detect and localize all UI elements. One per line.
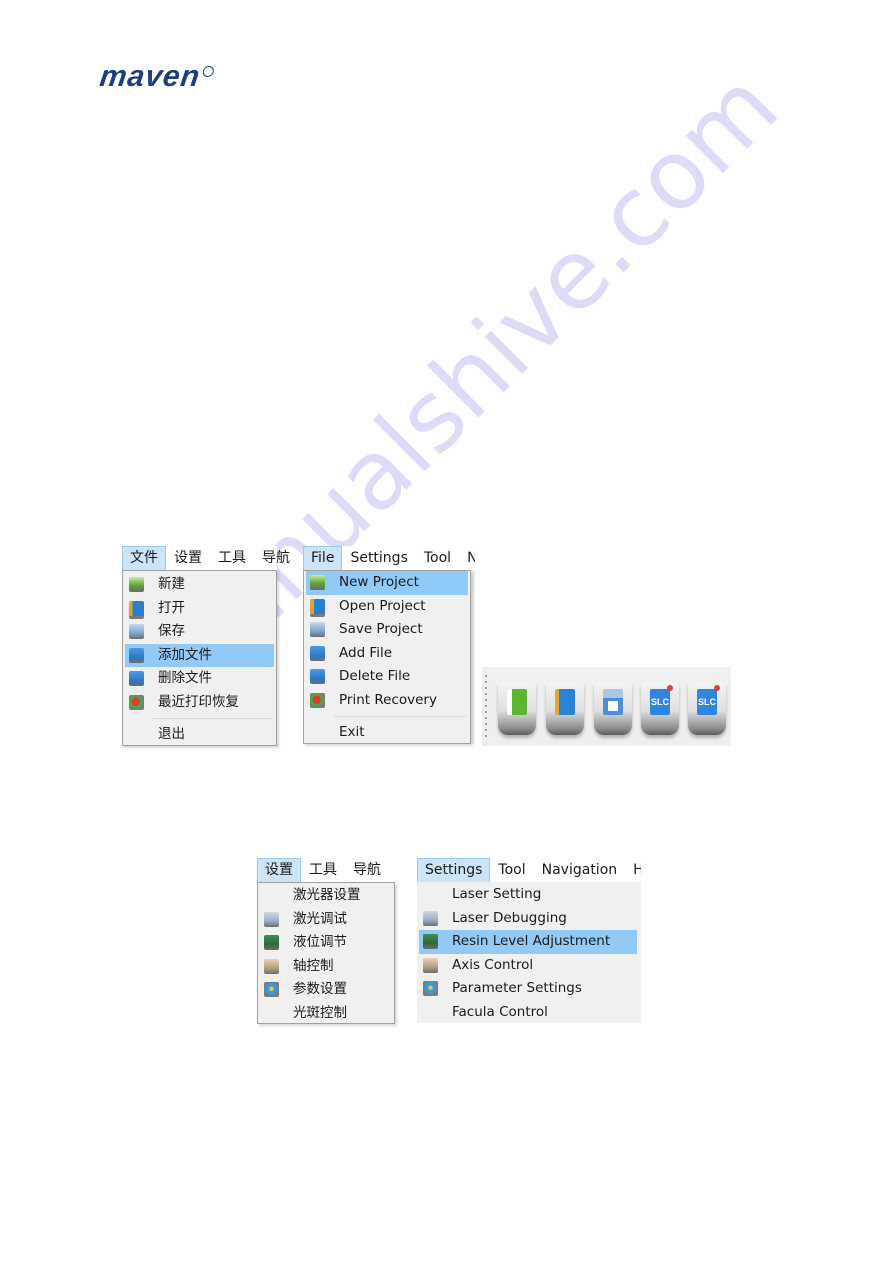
add-slc-file-icon: SLC xyxy=(650,685,673,715)
settings-menu-cn-screenshot: 设置 工具 导航 帮 激光器设置 激光调试 液位调节 轴控制 参数设置 光斑控制 xyxy=(257,858,395,1024)
laser-debugging-icon xyxy=(264,911,279,927)
settings-dropdown-en: Laser Setting Laser Debugging Resin Leve… xyxy=(417,882,639,1022)
menu-item-print-recovery[interactable]: Print Recovery xyxy=(306,689,468,713)
open-project-icon xyxy=(310,598,325,617)
menu-help[interactable]: He xyxy=(625,858,641,882)
menu-item-exit[interactable]: 退出 xyxy=(125,723,274,747)
menu-item-new[interactable]: 新建 xyxy=(125,573,274,597)
save-project-icon xyxy=(129,624,144,639)
menu-item-laser-setting-cn[interactable]: 激光器设置 xyxy=(260,884,392,908)
toolbar-save-project-button[interactable] xyxy=(594,681,632,735)
menu-navigation[interactable]: Navigation xyxy=(534,858,626,882)
menu-tool[interactable]: Tool xyxy=(490,858,533,882)
menu-tool[interactable]: Tool xyxy=(416,546,459,570)
menu-item-add-file[interactable]: 添加文件 xyxy=(125,643,274,667)
menu-item-print-recovery[interactable]: 最近打印恢复 xyxy=(125,691,274,715)
axis-control-icon xyxy=(423,957,438,973)
delete-file-icon xyxy=(310,669,325,684)
settings-dropdown-cn: 激光器设置 激光调试 液位调节 轴控制 参数设置 光斑控制 xyxy=(257,882,395,1024)
menu-tool-cn[interactable]: 工具 xyxy=(210,546,254,570)
toolbar-add-file-button[interactable]: SLC xyxy=(641,681,679,735)
menu-settings[interactable]: Settings xyxy=(417,858,491,882)
menu-item-parameter-settings-cn[interactable]: 参数设置 xyxy=(260,978,392,1002)
file-dropdown-en: New Project Open Project Save Project Ad… xyxy=(303,570,471,744)
toolbar-new-project-button[interactable] xyxy=(498,681,536,735)
menu-file-cn[interactable]: 文件 xyxy=(122,546,166,571)
menu-item-laser-setting[interactable]: Laser Setting xyxy=(419,883,637,907)
menu-item-laser-debugging[interactable]: Laser Debugging xyxy=(419,907,637,931)
menu-tool-cn[interactable]: 工具 xyxy=(301,858,345,882)
menubar-settings-en: Settings Tool Navigation He xyxy=(417,858,641,882)
add-file-icon xyxy=(310,645,325,661)
laser-debugging-icon xyxy=(423,910,438,926)
menubar-settings-cn: 设置 工具 导航 帮 xyxy=(257,858,395,882)
file-menu-en-screenshot: File Settings Tool Na New Project Open P… xyxy=(303,546,475,744)
menu-navigation[interactable]: Na xyxy=(459,546,475,570)
delete-slc-file-icon: SLC xyxy=(697,685,720,715)
menu-item-save-project[interactable]: Save Project xyxy=(306,618,468,642)
new-project-icon xyxy=(310,575,325,590)
registered-mark-icon xyxy=(202,66,215,77)
menubar-cn: 文件 设置 工具 导航 xyxy=(122,546,290,571)
menu-item-facula-control-cn[interactable]: 光斑控制 xyxy=(260,1002,392,1026)
menu-item-facula-control[interactable]: Facula Control xyxy=(419,1001,637,1025)
menu-item-parameter-settings[interactable]: Parameter Settings xyxy=(419,977,637,1001)
menu-item-new-project[interactable]: New Project xyxy=(306,571,468,595)
menu-settings-cn[interactable]: 设置 xyxy=(257,858,301,882)
resin-level-icon xyxy=(423,934,438,949)
menu-item-laser-debugging-cn[interactable]: 激光调试 xyxy=(260,908,392,932)
parameter-settings-icon xyxy=(264,982,279,997)
menu-separator xyxy=(334,716,466,717)
resin-level-icon xyxy=(264,935,279,950)
menu-separator xyxy=(153,718,272,719)
file-menu-cn-screenshot: 文件 设置 工具 导航 新建 打开 保存 添加文件 删除文件 最近打印恢复 退出 xyxy=(122,546,290,746)
menubar-en: File Settings Tool Na xyxy=(303,546,475,570)
settings-menu-en-screenshot: Settings Tool Navigation He Laser Settin… xyxy=(417,858,641,1023)
menu-item-axis-control-cn[interactable]: 轴控制 xyxy=(260,955,392,979)
menu-help-cn[interactable]: 帮 xyxy=(389,858,395,882)
menu-item-save[interactable]: 保存 xyxy=(125,620,274,644)
menu-navigation-cn[interactable]: 导航 xyxy=(345,858,389,882)
menu-file[interactable]: File xyxy=(303,546,343,570)
menu-item-open[interactable]: 打开 xyxy=(125,597,274,621)
menu-item-delete-file[interactable]: Delete File xyxy=(306,665,468,689)
logo-text: maven xyxy=(97,60,203,93)
open-project-icon xyxy=(129,600,144,619)
toolbar-grip[interactable] xyxy=(485,675,487,737)
toolbar-screenshot: SLC SLC xyxy=(482,667,731,746)
axis-control-icon xyxy=(264,958,279,974)
menu-item-resin-level-cn[interactable]: 液位调节 xyxy=(260,931,392,955)
menu-item-delete-file[interactable]: 删除文件 xyxy=(125,667,274,691)
delete-file-icon xyxy=(129,671,144,686)
save-project-icon xyxy=(310,622,325,637)
add-file-icon xyxy=(129,647,144,663)
menu-item-add-file[interactable]: Add File xyxy=(306,642,468,666)
print-recovery-icon xyxy=(310,692,325,708)
menu-navigation-cn[interactable]: 导航 xyxy=(254,546,298,570)
maven-logo: maven xyxy=(97,60,215,93)
menu-item-axis-control[interactable]: Axis Control xyxy=(419,954,637,978)
print-recovery-icon xyxy=(129,694,144,710)
new-project-icon xyxy=(507,689,527,715)
file-dropdown-cn: 新建 打开 保存 添加文件 删除文件 最近打印恢复 退出 xyxy=(122,570,277,746)
save-project-icon xyxy=(603,689,623,715)
new-project-icon xyxy=(129,577,144,592)
toolbar-open-project-button[interactable] xyxy=(546,681,584,735)
menu-item-resin-level-adjustment[interactable]: Resin Level Adjustment xyxy=(419,930,637,954)
menu-item-exit[interactable]: Exit xyxy=(306,721,468,745)
menu-settings[interactable]: Settings xyxy=(342,546,415,570)
parameter-settings-icon xyxy=(423,981,438,996)
menu-item-open-project[interactable]: Open Project xyxy=(306,595,468,619)
toolbar-delete-file-button[interactable]: SLC xyxy=(688,681,726,735)
menu-settings-cn[interactable]: 设置 xyxy=(166,546,210,570)
open-project-icon xyxy=(555,689,575,715)
